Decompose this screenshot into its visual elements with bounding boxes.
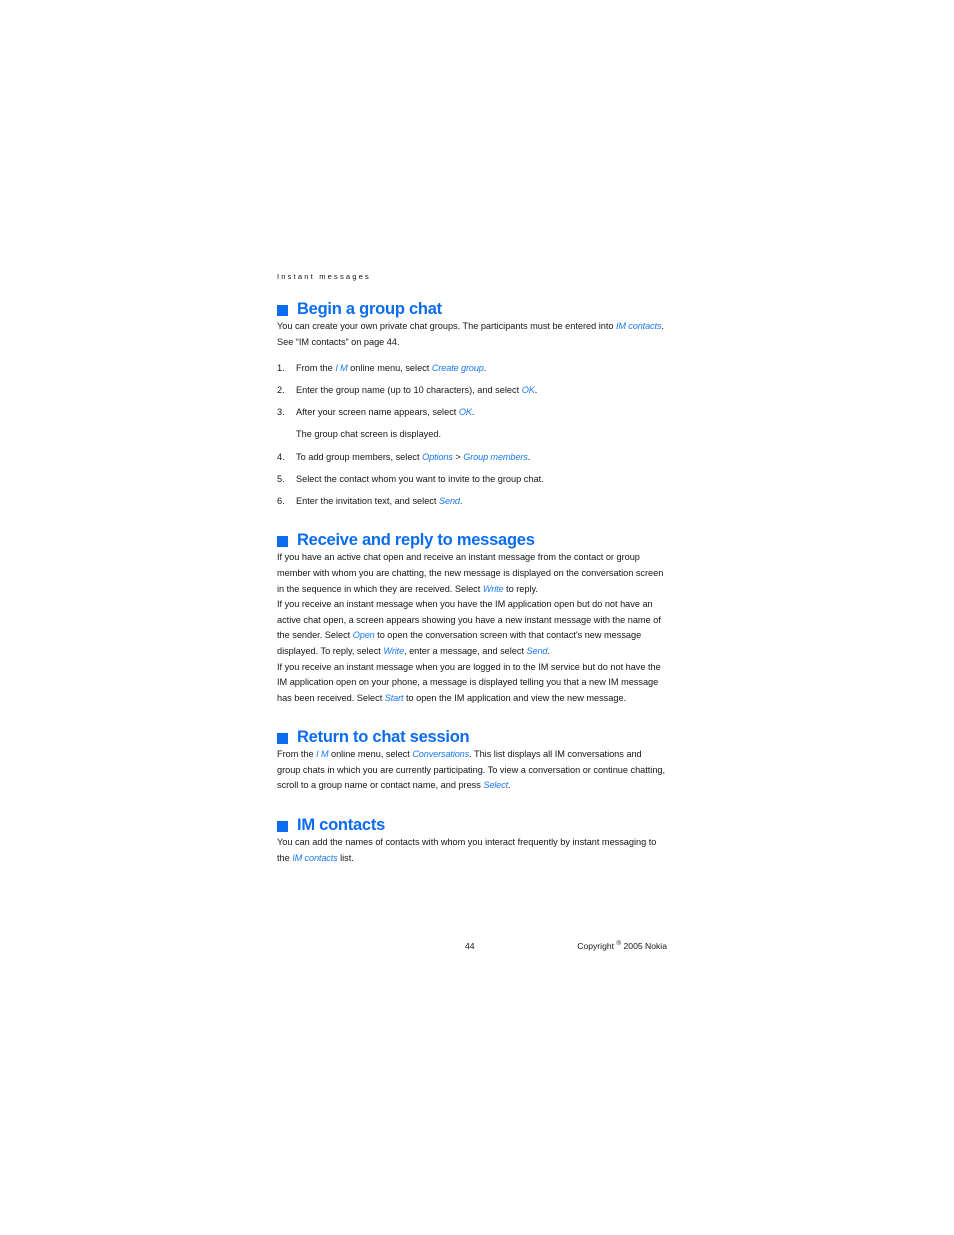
text-run: to reply. bbox=[503, 583, 538, 594]
text-run: . bbox=[547, 645, 550, 656]
heading-label: Receive and reply to messages bbox=[297, 531, 535, 550]
paragraph: You can add the names of contacts with w… bbox=[277, 835, 667, 866]
text-run: To add group members, select bbox=[296, 451, 423, 462]
paragraph: If you receive an instant message when y… bbox=[277, 597, 667, 659]
term-send: Send bbox=[526, 645, 548, 656]
text-run: Enter the invitation text, and select bbox=[296, 495, 439, 506]
numbered-steps-list: 1. From the I M online menu, select Creat… bbox=[277, 361, 667, 509]
text-run: online menu, select bbox=[347, 363, 432, 374]
text-run: . bbox=[534, 385, 538, 396]
term-im: I M bbox=[316, 749, 329, 760]
intro-paragraph: You can create your own private chat gro… bbox=[277, 319, 667, 350]
step-number: 2. bbox=[277, 385, 285, 396]
text-run: . bbox=[459, 495, 463, 506]
term-ok: OK bbox=[521, 385, 535, 396]
step-number: 1. bbox=[277, 363, 285, 374]
term-options: Options bbox=[422, 451, 453, 462]
page-footer: 44 Copyright ® 2005 Nokia bbox=[277, 940, 668, 955]
term-ok: OK bbox=[458, 407, 472, 418]
term-select: Select bbox=[483, 780, 508, 791]
list-item: 2. Enter the group name (up to 10 charact… bbox=[277, 383, 667, 399]
text-run: . bbox=[527, 451, 531, 462]
term-write: Write bbox=[482, 583, 504, 594]
step-number: 6. bbox=[277, 495, 285, 506]
term-open: Open bbox=[352, 630, 375, 641]
text-run: Enter the group name (up to 10 character… bbox=[296, 385, 522, 396]
text-run: . bbox=[483, 363, 487, 374]
list-item: 3. After your screen name appears, select… bbox=[277, 405, 667, 443]
square-bullet-icon bbox=[277, 821, 288, 833]
page-content: Instant messages Begin a group chat You … bbox=[277, 272, 667, 866]
text-run: . bbox=[507, 780, 511, 791]
step-number: 4. bbox=[277, 451, 285, 462]
list-item: 6. Enter the invitation text, and select … bbox=[277, 494, 667, 510]
term-create-group: Create group bbox=[431, 363, 484, 374]
section-heading-im-contacts: IM contacts bbox=[277, 816, 667, 835]
heading-label: IM contacts bbox=[297, 816, 386, 835]
heading-label: Return to chat session bbox=[297, 728, 470, 747]
text-run: From the bbox=[277, 749, 317, 760]
text-run: 2005 Nokia bbox=[621, 941, 668, 951]
copyright-notice: Copyright ® 2005 Nokia bbox=[577, 940, 668, 951]
term-im-contacts: IM contacts bbox=[292, 852, 338, 863]
running-header: Instant messages bbox=[277, 272, 371, 281]
text-run: > bbox=[452, 451, 464, 462]
text-run: list. bbox=[337, 852, 354, 863]
step-note: The group chat screen is displayed. bbox=[296, 429, 442, 440]
section-heading-receive-and-reply-to-messages: Receive and reply to messages bbox=[277, 531, 667, 550]
text-run: After your screen name appears, select bbox=[296, 407, 459, 418]
step-number: 5. bbox=[277, 473, 285, 484]
term-write: Write bbox=[383, 645, 405, 656]
list-item: 1. From the I M online menu, select Creat… bbox=[277, 361, 667, 377]
term-group-members: Group members bbox=[463, 451, 528, 462]
text-run: Select the contact whom you want to invi… bbox=[296, 473, 544, 484]
term-im: I M bbox=[335, 363, 348, 374]
heading-label: Begin a group chat bbox=[297, 300, 442, 318]
term-send: Send bbox=[439, 495, 460, 506]
section-heading-begin-a-group-chat: Begin a group chat bbox=[277, 300, 667, 319]
term-conversations: Conversations bbox=[412, 749, 470, 760]
text-run: If you have an active chat open and rece… bbox=[277, 552, 664, 594]
list-item: 4. To add group members, select Options >… bbox=[277, 450, 667, 466]
square-bullet-icon bbox=[277, 733, 288, 745]
text-run: to open the IM application and view the … bbox=[403, 692, 627, 703]
text-run: . bbox=[471, 407, 475, 418]
step-number: 3. bbox=[277, 407, 285, 418]
text-run: , enter a message, and select bbox=[404, 645, 527, 656]
square-bullet-icon bbox=[277, 305, 288, 316]
text-run: Copyright bbox=[577, 941, 617, 951]
paragraph: If you receive an instant message when y… bbox=[277, 660, 667, 707]
term-start: Start bbox=[384, 692, 404, 703]
text-run: online menu, select bbox=[328, 749, 413, 760]
term-im-contacts: IM contacts bbox=[616, 321, 662, 331]
text-run: You can create your own private chat gro… bbox=[277, 321, 616, 331]
page-number: 44 bbox=[465, 941, 475, 951]
square-bullet-icon bbox=[277, 536, 288, 548]
list-item: 5. Select the contact whom you want to in… bbox=[277, 472, 667, 488]
paragraph: If you have an active chat open and rece… bbox=[277, 550, 667, 597]
section-heading-return-to-chat-session: Return to chat session bbox=[277, 728, 667, 747]
text-run: From the bbox=[296, 363, 336, 374]
paragraph: From the I M online menu, select Convers… bbox=[277, 747, 667, 794]
